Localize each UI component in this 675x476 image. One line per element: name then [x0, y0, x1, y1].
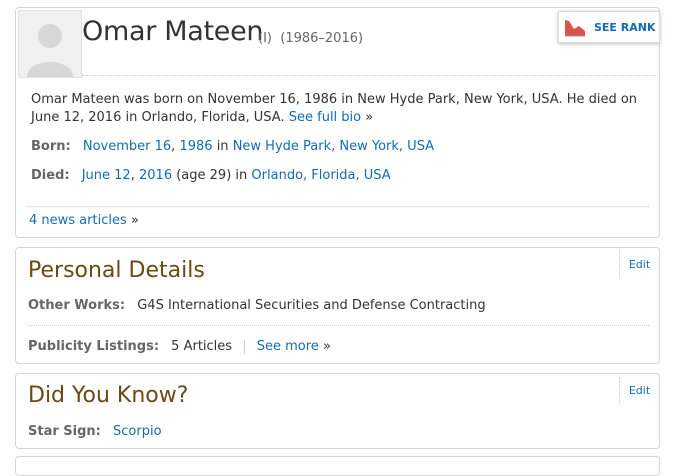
divider	[28, 206, 649, 207]
born-label: Born:	[31, 139, 71, 154]
divider	[28, 325, 649, 326]
name-suffix: (I)	[258, 31, 272, 46]
see-full-bio-link[interactable]: See full bio	[289, 110, 361, 125]
divider	[82, 75, 660, 76]
star-sign-row: Star Sign: Scorpio	[28, 424, 162, 439]
raquo-icon: »	[322, 339, 331, 354]
died-row: Died: June 12, 2016 (age 29) in Orlando,…	[31, 168, 391, 183]
raquo-icon: »	[130, 213, 139, 228]
rank-chart-icon	[564, 17, 586, 37]
birth-place-link[interactable]: New Hyde Park, New York, USA	[233, 139, 434, 154]
see-rank-label: SEE RANK	[594, 20, 656, 34]
publicity-row: Publicity Listings: 5 Articles | See mor…	[28, 339, 331, 354]
death-year-link[interactable]: 2016	[139, 168, 172, 183]
news-articles-link[interactable]: 4 news articles	[29, 213, 127, 228]
person-name: Omar Mateen	[82, 16, 264, 47]
did-you-know-edit-link[interactable]: Edit	[619, 377, 659, 403]
avatar-placeholder-icon[interactable]	[18, 10, 82, 78]
comma: ,	[130, 168, 135, 183]
raquo-icon: »	[365, 110, 374, 125]
bio-summary: Omar Mateen was born on November 16, 198…	[31, 91, 651, 127]
other-works-value: G4S International Securities and Defense…	[137, 298, 486, 313]
see-rank-button[interactable]: SEE RANK	[558, 11, 660, 43]
other-works-row: Other Works: G4S International Securitie…	[28, 298, 486, 313]
see-more-link[interactable]: See more	[257, 339, 319, 354]
age-at-death: (age 29)	[176, 168, 232, 183]
lifespan: (1986–2016)	[280, 31, 364, 46]
personal-details-card: Personal Details Edit Other Works: G4S I…	[15, 247, 660, 364]
death-date-link[interactable]: June 12	[82, 168, 131, 183]
star-sign-label: Star Sign:	[28, 424, 101, 439]
star-sign-link[interactable]: Scorpio	[113, 424, 162, 439]
birth-date-link[interactable]: November 16	[83, 139, 171, 154]
comma: ,	[171, 139, 176, 154]
next-card	[15, 456, 660, 476]
birth-year-link[interactable]: 1986	[179, 139, 212, 154]
news-row: 4 news articles »	[29, 213, 139, 228]
in-text: in	[216, 139, 229, 154]
death-place-link[interactable]: Orlando, Florida, USA	[251, 168, 390, 183]
in-text: in	[235, 168, 248, 183]
publicity-value: 5 Articles	[171, 339, 233, 354]
personal-details-edit-link[interactable]: Edit	[619, 251, 659, 277]
publicity-label: Publicity Listings:	[28, 339, 160, 354]
name-meta: (I) (1986–2016)	[258, 31, 363, 46]
died-label: Died:	[31, 168, 70, 183]
overview-card: Omar Mateen (I) (1986–2016) SEE RANK Oma…	[15, 7, 660, 238]
other-works-label: Other Works:	[28, 298, 126, 313]
personal-details-title: Personal Details	[28, 258, 205, 283]
born-row: Born: November 16, 1986 in New Hyde Park…	[31, 139, 434, 154]
did-you-know-card: Did You Know? Edit Star Sign: Scorpio	[15, 373, 660, 449]
pipe-separator: |	[242, 339, 247, 354]
did-you-know-title: Did You Know?	[28, 383, 189, 408]
